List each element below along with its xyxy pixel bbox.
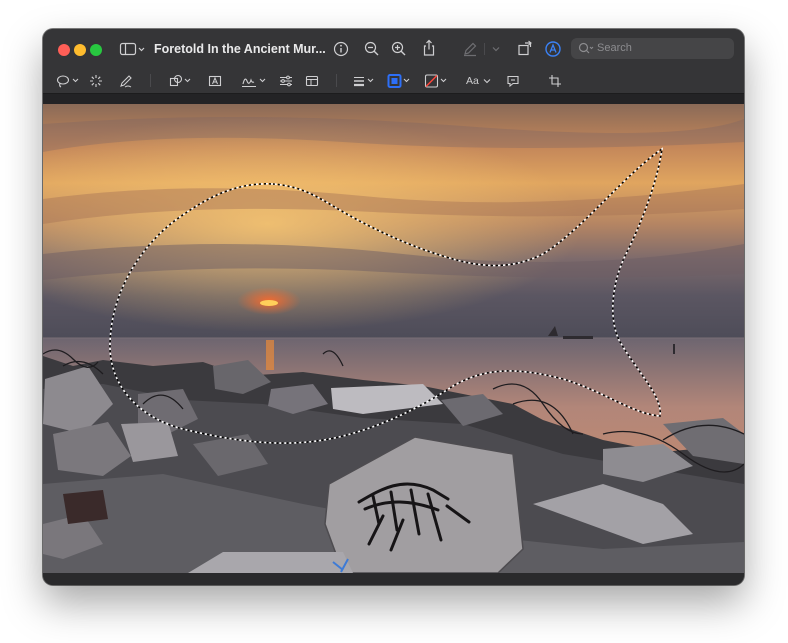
sidebar-toggle-icon[interactable] (119, 41, 147, 57)
search-field[interactable]: Search (571, 38, 734, 59)
toolbar-shadow-strip (43, 94, 744, 104)
chevron-down-icon[interactable] (491, 44, 501, 54)
preview-window: Foretold In the Ancient Mur... Search Aa (43, 29, 744, 585)
photo-canvas[interactable] (43, 104, 744, 573)
crop-icon[interactable] (548, 74, 562, 88)
info-icon[interactable] (333, 41, 349, 57)
line-style-icon[interactable] (352, 74, 378, 88)
smart-lasso-icon[interactable] (89, 74, 103, 88)
toolbar-divider (150, 74, 151, 87)
minimize-button[interactable] (74, 44, 86, 56)
zoom-out-icon[interactable] (364, 41, 380, 57)
bottom-bar (43, 573, 744, 585)
lasso-selection-icon[interactable] (56, 74, 82, 88)
markup-toolbar: Aa (43, 69, 744, 94)
sun (260, 300, 278, 306)
share-icon[interactable] (421, 39, 437, 57)
rubble-stone (63, 490, 108, 524)
fill-color-icon[interactable] (424, 73, 450, 89)
page-layout-icon[interactable] (305, 74, 319, 88)
zoom-button[interactable] (90, 44, 102, 56)
text-box-icon[interactable] (208, 74, 222, 88)
sketch-icon[interactable] (119, 74, 133, 88)
rotate-icon[interactable] (517, 40, 533, 56)
chevron-down-icon (483, 79, 491, 84)
title-bar: Foretold In the Ancient Mur... Search (43, 29, 744, 69)
sun-reflection (266, 340, 274, 370)
border-color-icon[interactable] (387, 73, 413, 89)
toolbar-divider (336, 74, 337, 87)
note-icon[interactable] (506, 74, 520, 88)
shapes-icon[interactable] (169, 74, 195, 88)
toolbar-divider (484, 43, 485, 55)
search-icon (578, 42, 594, 54)
text-style-button[interactable]: Aa (466, 73, 492, 89)
adjust-color-icon[interactable] (279, 74, 293, 88)
highlight-pen-icon[interactable] (462, 41, 478, 57)
post (673, 344, 675, 354)
search-placeholder: Search (597, 42, 632, 54)
close-button[interactable] (58, 44, 70, 56)
window-title: Foretold In the Ancient Mur... (154, 42, 326, 56)
text-style-label: Aa (466, 75, 479, 87)
zoom-in-icon[interactable] (391, 41, 407, 57)
markup-icon[interactable] (544, 40, 562, 58)
sign-icon[interactable] (241, 74, 269, 88)
